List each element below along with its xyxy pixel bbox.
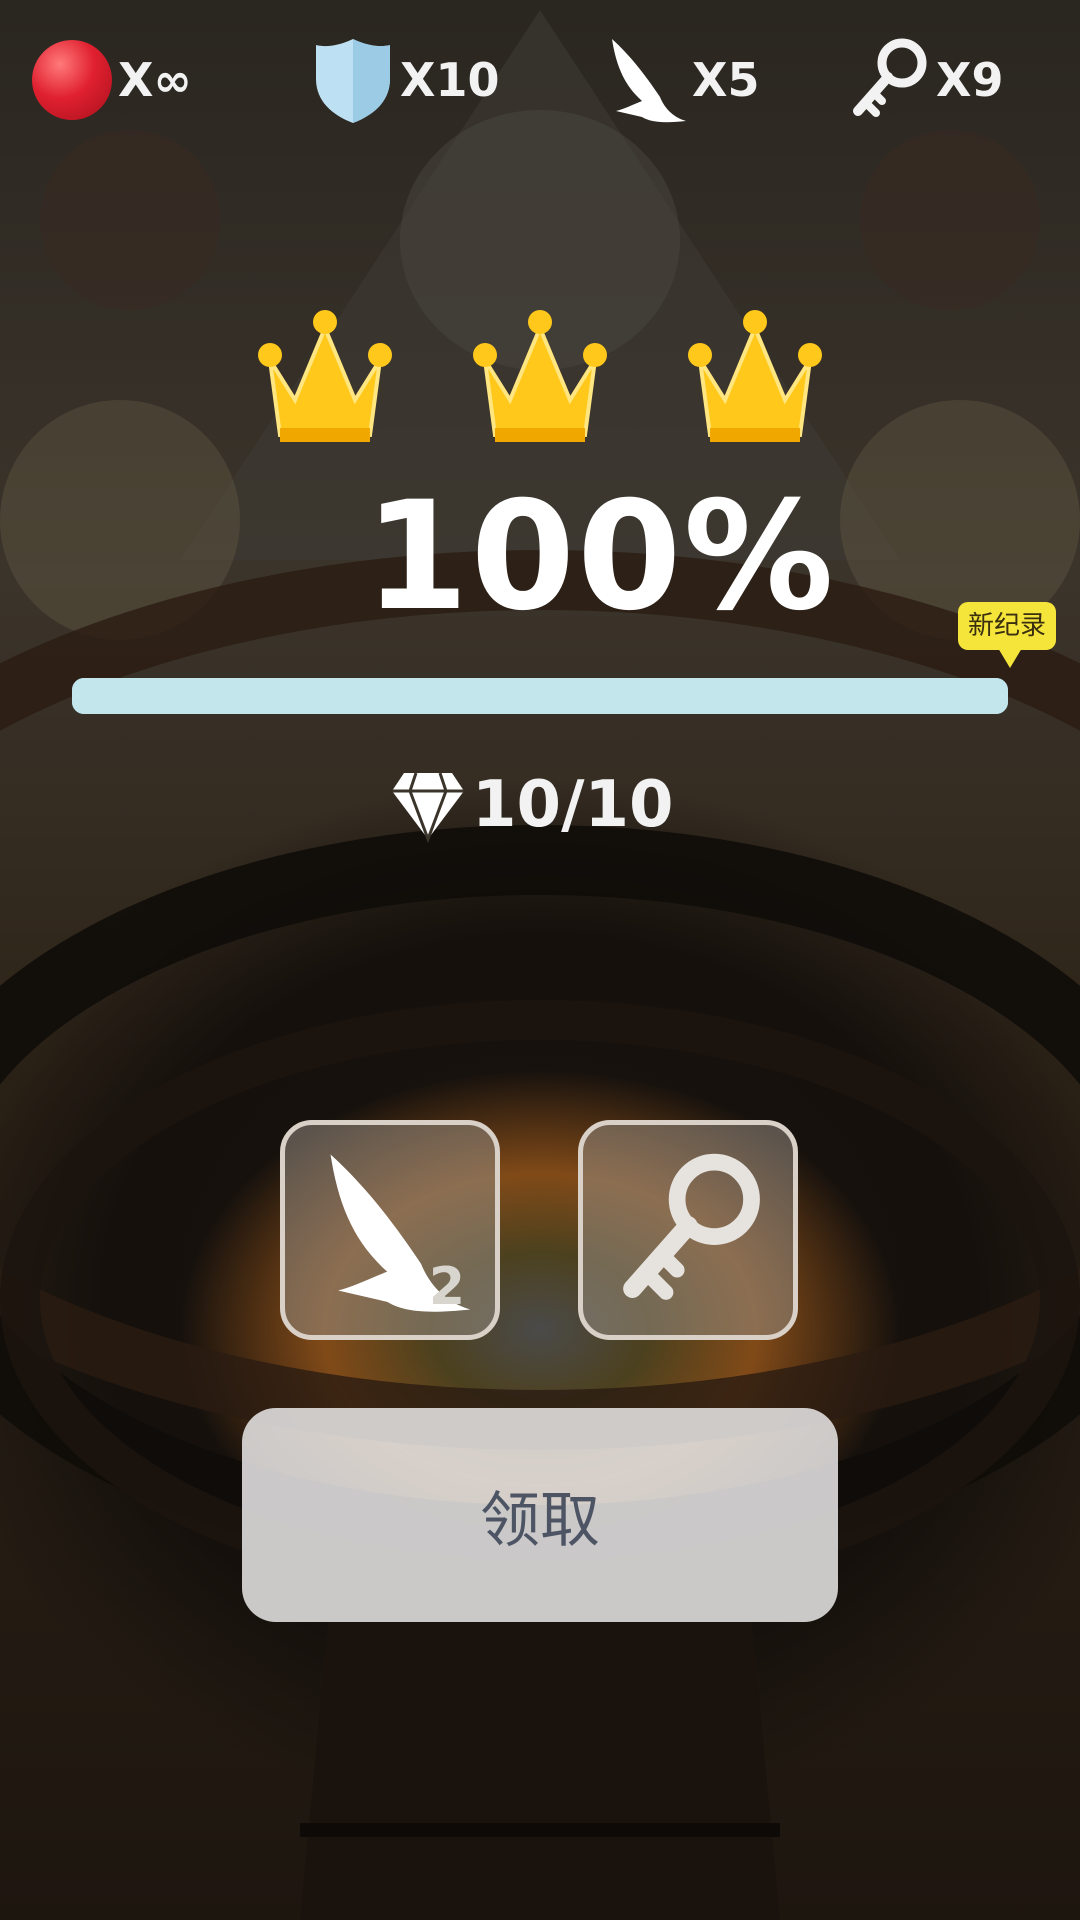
progress-fill: [72, 678, 1008, 714]
red-ball-icon: [32, 40, 112, 120]
keys-count: X9: [936, 53, 1004, 107]
completion-percent-text: 100%: [364, 470, 836, 644]
progress-bar: [72, 678, 1008, 714]
reward-wing-card[interactable]: 2: [280, 1120, 500, 1340]
claim-button[interactable]: 领取: [242, 1408, 838, 1622]
crown-rating: [250, 300, 830, 450]
new-record-badge: 新纪录: [958, 602, 1056, 668]
diamond-icon: [392, 772, 464, 843]
key-icon: [850, 37, 930, 123]
completion-percent: 100%: [0, 470, 1080, 644]
crown-icon: [688, 310, 822, 442]
gem-counter: 10/10: [390, 765, 674, 845]
reward-count: 2: [428, 1257, 465, 1317]
lives-counter: X∞: [32, 30, 192, 130]
shield-icon: [312, 35, 394, 125]
key-icon: [623, 1153, 760, 1300]
resource-bar: X∞ X10 X5 X9: [0, 30, 1080, 130]
keys-counter: X9: [850, 30, 1003, 130]
lives-count: X∞: [118, 53, 192, 107]
crown-icon: [473, 310, 607, 442]
wing-icon: [602, 35, 686, 125]
wings-counter: X5: [602, 30, 759, 130]
crown-icon: [258, 310, 392, 442]
gem-count: 10/10: [472, 768, 674, 842]
shields-counter: X10: [312, 30, 499, 130]
reward-key-card[interactable]: [578, 1120, 798, 1340]
wings-count: X5: [692, 53, 760, 107]
temple-background: [0, 10, 1080, 1920]
shields-count: X10: [400, 53, 500, 107]
